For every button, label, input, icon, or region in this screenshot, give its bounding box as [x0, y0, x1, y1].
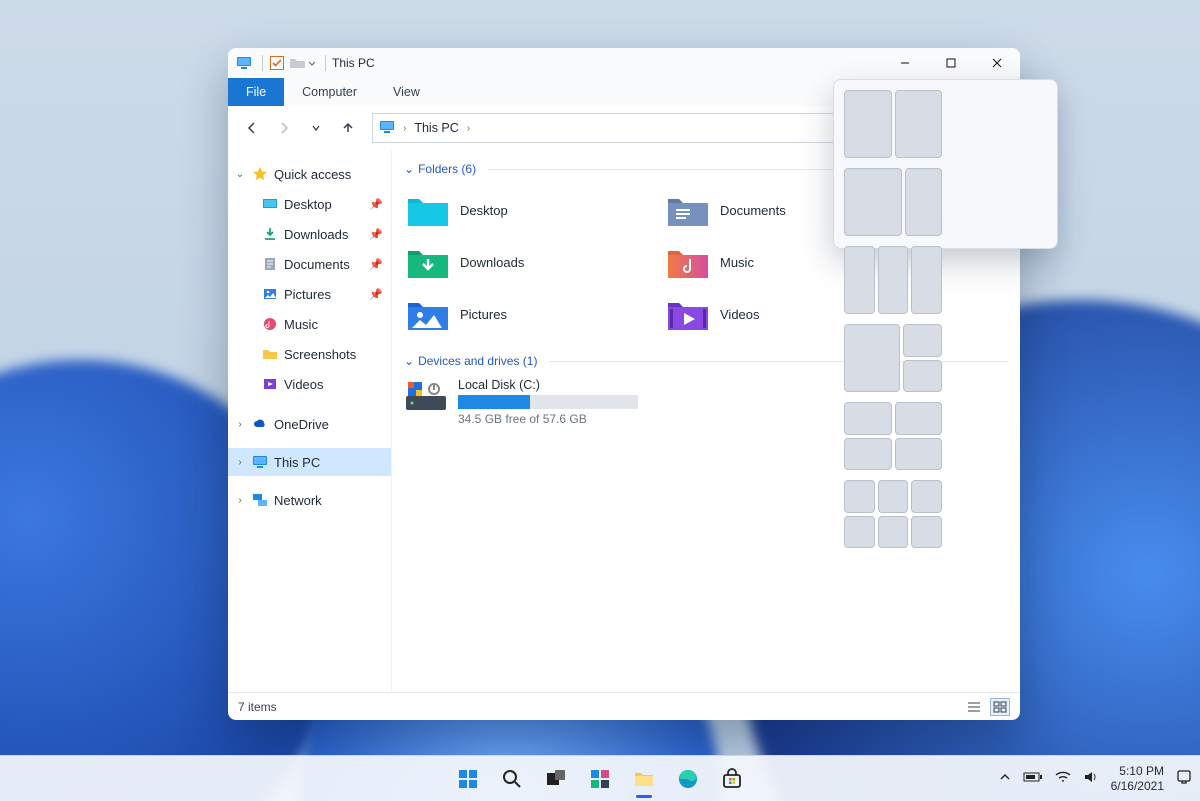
- sidebar-item-label: Quick access: [274, 167, 351, 182]
- snap-layout-option[interactable]: [844, 324, 942, 392]
- taskbar: 5:10 PM 6/16/2021: [0, 755, 1200, 801]
- videos-folder-icon: [666, 295, 710, 333]
- start-button[interactable]: [448, 759, 488, 799]
- pin-icon: 📌: [369, 228, 383, 241]
- maximize-button[interactable]: [928, 48, 974, 78]
- sidebar-item-documents[interactable]: Documents📌: [228, 250, 391, 278]
- sidebar-item-pictures[interactable]: Pictures📌: [228, 280, 391, 308]
- view-icons-toggle[interactable]: [990, 698, 1010, 716]
- folder-dropdown-icon[interactable]: [289, 55, 315, 71]
- sidebar-item-downloads[interactable]: Downloads📌: [228, 220, 391, 248]
- music-folder-icon: [666, 243, 710, 281]
- view-details-toggle[interactable]: [964, 698, 984, 716]
- document-icon: [262, 256, 278, 272]
- downloads-folder-icon: [406, 243, 450, 281]
- monitor-icon: [236, 55, 252, 71]
- chevron-right-icon[interactable]: ›: [401, 123, 408, 134]
- monitor-icon: [252, 454, 268, 470]
- drive-free-text: 34.5 GB free of 57.6 GB: [458, 412, 638, 426]
- folder-desktop[interactable]: Desktop: [404, 186, 644, 234]
- drive-icon: [404, 378, 448, 414]
- pin-icon: 📌: [369, 258, 383, 271]
- snap-layout-option[interactable]: [844, 168, 942, 236]
- sidebar-item-videos[interactable]: Videos: [228, 370, 391, 398]
- monitor-icon: [379, 119, 395, 138]
- picture-icon: [262, 286, 278, 302]
- star-icon: [252, 166, 268, 182]
- sidebar-this-pc[interactable]: ›This PC: [228, 448, 391, 476]
- sidebar-quick-access[interactable]: ⌄ Quick access: [228, 160, 391, 188]
- taskview-button[interactable]: [536, 759, 576, 799]
- snap-layout-option[interactable]: [844, 90, 942, 158]
- chevron-down-icon: ⌄: [404, 162, 414, 176]
- clock-date: 6/16/2021: [1111, 779, 1164, 794]
- drive-capacity-bar: [458, 395, 638, 409]
- snap-layouts-flyout: [833, 79, 1058, 249]
- folder-pictures[interactable]: Pictures: [404, 290, 644, 338]
- desktop-folder-icon: [406, 191, 450, 229]
- documents-folder-icon: [666, 191, 710, 229]
- checkbox-icon[interactable]: [269, 55, 285, 71]
- widgets-button[interactable]: [580, 759, 620, 799]
- tab-view[interactable]: View: [375, 78, 438, 106]
- pin-icon: 📌: [369, 288, 383, 301]
- pictures-folder-icon: [406, 295, 450, 333]
- snap-layout-option[interactable]: [844, 246, 942, 314]
- system-tray: 5:10 PM 6/16/2021: [999, 764, 1192, 794]
- close-button[interactable]: [974, 48, 1020, 78]
- tray-chevron-icon[interactable]: [999, 771, 1011, 786]
- snap-layout-option[interactable]: [844, 402, 942, 470]
- breadcrumb-location[interactable]: This PC: [414, 121, 458, 135]
- sidebar-item-music[interactable]: Music: [228, 310, 391, 338]
- titlebar[interactable]: This PC: [228, 48, 1020, 78]
- recent-dropdown[interactable]: [302, 114, 330, 142]
- search-button[interactable]: [492, 759, 532, 799]
- download-icon: [262, 226, 278, 242]
- up-button[interactable]: [334, 114, 362, 142]
- chevron-right-icon[interactable]: ›: [465, 123, 472, 134]
- sidebar-network[interactable]: ›Network: [228, 486, 391, 514]
- clock[interactable]: 5:10 PM 6/16/2021: [1111, 764, 1164, 794]
- store-button[interactable]: [712, 759, 752, 799]
- edge-button[interactable]: [668, 759, 708, 799]
- wifi-icon[interactable]: [1055, 770, 1071, 787]
- network-icon: [252, 492, 268, 508]
- clock-time: 5:10 PM: [1111, 764, 1164, 779]
- sidebar-onedrive[interactable]: ›OneDrive: [228, 410, 391, 438]
- window-title: This PC: [332, 56, 375, 70]
- notifications-icon[interactable]: [1176, 769, 1192, 788]
- folder-downloads[interactable]: Downloads: [404, 238, 644, 286]
- status-text: 7 items: [238, 700, 277, 714]
- pin-icon: 📌: [369, 198, 383, 211]
- chevron-right-icon[interactable]: ›: [234, 419, 246, 430]
- back-button[interactable]: [238, 114, 266, 142]
- chevron-down-icon[interactable]: ⌄: [234, 169, 246, 180]
- video-icon: [262, 376, 278, 392]
- forward-button[interactable]: [270, 114, 298, 142]
- drive-label: Local Disk (C:): [458, 378, 638, 392]
- music-icon: [262, 316, 278, 332]
- minimize-button[interactable]: [882, 48, 928, 78]
- tab-file[interactable]: File: [228, 78, 284, 106]
- sidebar-item-screenshots[interactable]: Screenshots: [228, 340, 391, 368]
- chevron-right-icon[interactable]: ›: [234, 495, 246, 506]
- cloud-icon: [252, 416, 268, 432]
- chevron-down-icon: ⌄: [404, 354, 414, 368]
- status-bar: 7 items: [228, 692, 1020, 720]
- file-explorer-taskbar-button[interactable]: [624, 759, 664, 799]
- sidebar-item-desktop[interactable]: Desktop📌: [228, 190, 391, 218]
- chevron-right-icon[interactable]: ›: [234, 457, 246, 468]
- volume-icon[interactable]: [1083, 770, 1099, 787]
- battery-icon[interactable]: [1023, 771, 1043, 786]
- nav-pane: ⌄ Quick access Desktop📌 Downloads📌 Docum…: [228, 150, 392, 692]
- desktop-icon: [262, 196, 278, 212]
- folder-icon: [262, 346, 278, 362]
- taskbar-center: [448, 759, 752, 799]
- snap-layout-option[interactable]: [844, 480, 942, 548]
- tab-computer[interactable]: Computer: [284, 78, 375, 106]
